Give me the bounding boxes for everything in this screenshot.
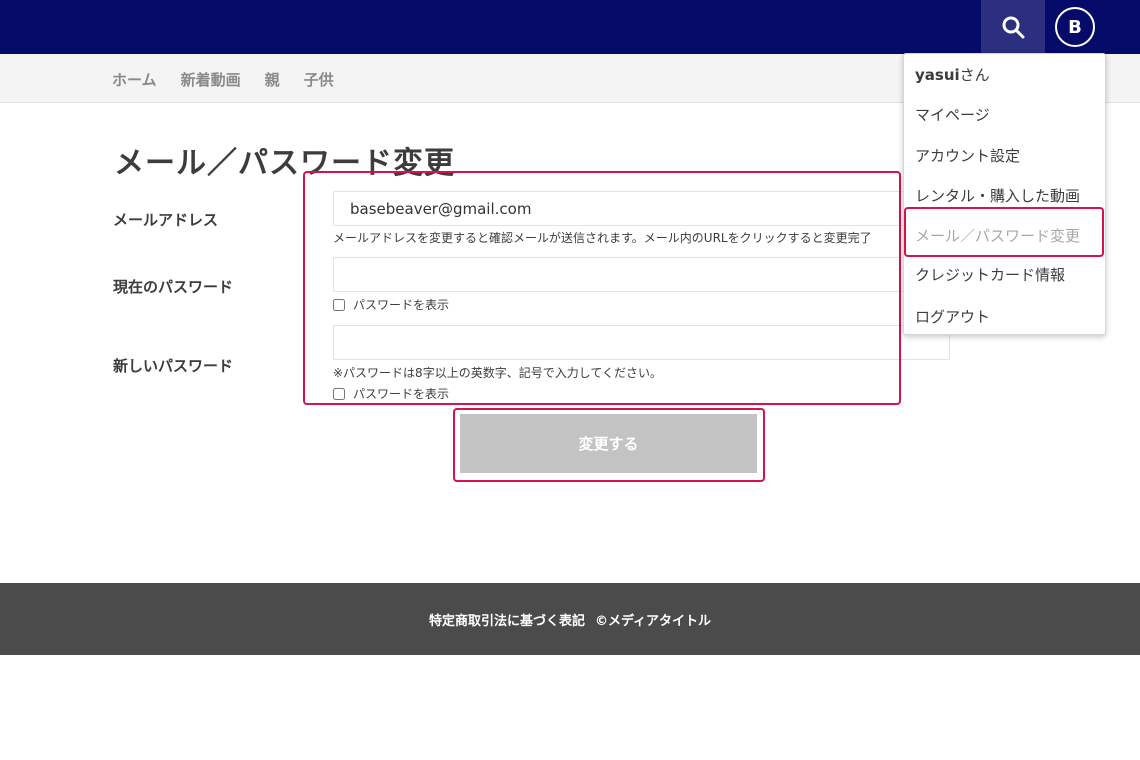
search-button[interactable] (981, 0, 1045, 54)
page-title: メール／パスワード変更 (114, 146, 455, 181)
new-password-input[interactable] (333, 325, 950, 360)
search-icon (1002, 16, 1025, 39)
username-suffix: さん (959, 66, 990, 84)
show-current-password-label: パスワードを表示 (353, 298, 450, 312)
user-avatar-button[interactable]: B (1055, 7, 1095, 47)
user-dropdown-menu: yasuiさん マイページ アカウント設定 レンタル・購入した動画 メール／パス… (903, 53, 1106, 335)
menu-item-email-password[interactable]: メール／パスワード変更 (915, 225, 1080, 246)
email-input[interactable] (333, 191, 950, 226)
show-new-password-label: パスワードを表示 (353, 387, 450, 401)
show-new-password-toggle[interactable]: パスワードを表示 (333, 385, 449, 402)
email-label: メールアドレス (113, 211, 219, 229)
email-change-note: メールアドレスを変更すると確認メールが送信されます。メール内のURLをクリックす… (333, 231, 872, 245)
footer: 特定商取引法に基づく表記 ©メディアタイトル (0, 583, 1140, 655)
menu-item-mypage[interactable]: マイページ (915, 104, 990, 125)
legal-notice-link[interactable]: 特定商取引法に基づく表記 (429, 610, 585, 629)
dropdown-username: yasuiさん (915, 64, 990, 85)
username-text: yasui (915, 66, 960, 84)
current-password-label: 現在のパスワード (113, 278, 234, 296)
menu-item-credit-card[interactable]: クレジットカード情報 (915, 264, 1065, 285)
show-new-password-checkbox[interactable] (333, 387, 345, 400)
nav-item-home[interactable]: ホーム (112, 69, 157, 90)
nav-item-new-videos[interactable]: 新着動画 (181, 69, 241, 90)
submit-change-button[interactable]: 変更する (460, 414, 757, 473)
show-current-password-toggle[interactable]: パスワードを表示 (333, 296, 449, 313)
new-password-label: 新しいパスワード (113, 357, 234, 375)
current-password-input[interactable] (333, 257, 950, 292)
top-header: B (0, 0, 1140, 54)
password-rule-note: ※パスワードは8字以上の英数字、記号で入力してください。 (333, 366, 662, 380)
nav-item-parent[interactable]: 親 (265, 69, 280, 90)
menu-item-account-settings[interactable]: アカウント設定 (915, 145, 1020, 166)
menu-item-logout[interactable]: ログアウト (915, 306, 990, 327)
menu-item-rented-videos[interactable]: レンタル・購入した動画 (915, 185, 1080, 206)
nav-item-child[interactable]: 子供 (304, 69, 334, 90)
show-current-password-checkbox[interactable] (333, 298, 345, 311)
copyright-text: ©メディアタイトル (594, 613, 712, 629)
